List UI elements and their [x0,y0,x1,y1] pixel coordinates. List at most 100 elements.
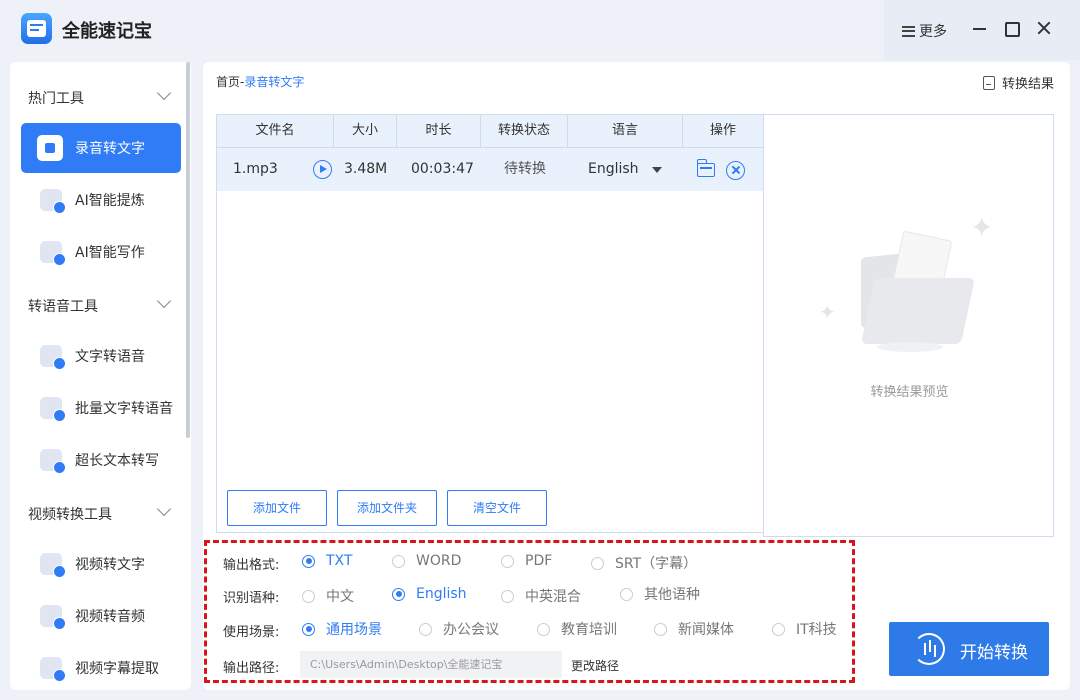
scene-option-education[interactable]: 教育培训 [537,619,617,639]
format-option-srt[interactable]: SRT（字幕） [591,553,697,573]
file-status: 待转换 [504,161,546,177]
sidebar-item-video-to-text[interactable]: 视频转文字 [21,539,181,589]
sidebar-item-label: 视频字幕提取 [75,661,159,677]
sidebar-item-audio-to-text[interactable]: 录音转文字 [21,123,181,173]
file-table: 文件名 大小 时长 转换状态 语言 操作 1.mp3 3.48M 00:03:4… [216,114,763,533]
radio-icon [501,554,514,568]
caret-down-icon[interactable] [652,167,662,173]
radio-icon [537,622,550,636]
radio-selected-icon [392,587,405,601]
table-row[interactable]: 1.mp3 3.48M 00:03:47 待转换 English [217,148,763,191]
sidebar-item-label: 批量文字转语音 [75,401,173,417]
format-option-pdf[interactable]: PDF [501,553,552,569]
output-path-label: 输出路径: [223,661,280,676]
radio-icon [419,622,432,636]
sidebar-group-video[interactable]: 视频转换工具 [28,504,112,524]
format-option-label: PDF [525,553,553,569]
column-header-actions: 操作 [709,123,736,138]
breadcrumb-home[interactable]: 首页 [216,75,240,89]
scene-option-general[interactable]: 通用场景 [302,619,382,639]
scene-option-label: 通用场景 [326,622,382,638]
table-header: 文件名 大小 时长 转换状态 语言 操作 [217,115,763,148]
language-option-label: 中文 [326,589,354,605]
audio-wave-icon [913,633,945,665]
column-header-status: 转换状态 [481,115,568,147]
sidebar-scrollbar[interactable] [186,62,190,438]
sidebar-group-to-speech[interactable]: 转语音工具 [28,296,98,316]
language-option-chinese[interactable]: 中文 [302,586,354,606]
subtitle-extract-icon [40,657,66,682]
play-icon[interactable] [313,160,332,179]
clear-files-button[interactable]: 清空文件 [447,490,547,526]
language-option-english[interactable]: English [392,586,467,602]
minimize-icon[interactable] [972,20,988,36]
breadcrumb-current: 录音转文字 [244,75,305,89]
language-option-other[interactable]: 其他语种 [620,584,700,604]
add-file-button[interactable]: 添加文件 [227,490,327,526]
sidebar-item-label: 超长文本转写 [75,453,159,469]
scene-option-label: 教育培训 [561,622,617,638]
scene-option-label: IT科技 [796,622,837,638]
format-option-txt[interactable]: TXT [302,553,352,569]
text-to-speech-icon [40,345,66,370]
scene-option-meeting[interactable]: 办公会议 [419,619,499,639]
column-header-size: 大小 [334,115,397,147]
column-header-filename: 文件名 [217,115,334,147]
close-icon[interactable] [1036,20,1052,36]
conversion-options: 输出格式: TXT WORD PDF SRT（字幕） 识别语种: 中文 Engl… [204,540,855,683]
format-option-label: WORD [416,553,462,569]
sparkle-icon: ✦ [970,211,994,244]
add-folder-button[interactable]: 添加文件夹 [337,490,437,526]
language-option-mixed[interactable]: 中英混合 [501,586,581,606]
sidebar-group-hot-tools[interactable]: 热门工具 [28,88,84,108]
scene-label: 使用场景: [223,625,280,640]
start-conversion-button[interactable]: 开始转换 [889,622,1049,676]
sidebar: 热门工具 录音转文字 AI智能提炼 AI智能写作 转语音工具 文字转语音 批量文… [10,62,191,690]
conversion-results-label: 转换结果 [1001,77,1054,92]
more-label: 更多 [919,24,947,40]
file-size: 3.48M [344,161,388,177]
sidebar-item-batch-text-to-speech[interactable]: 批量文字转语音 [21,383,181,433]
format-label: 输出格式: [223,558,280,573]
language-option-label: 其他语种 [644,587,700,603]
format-option-label: TXT [326,553,353,569]
maximize-icon[interactable] [1004,20,1020,37]
scene-option-label: 办公会议 [443,622,499,638]
scene-option-news[interactable]: 新闻媒体 [654,619,734,639]
sidebar-item-label: 文字转语音 [75,349,145,365]
title-bar: 全能速记宝 更多 [0,0,1080,60]
radio-selected-icon [302,554,315,568]
format-option-word[interactable]: WORD [392,553,461,569]
conversion-results-link[interactable]: 转换结果 [982,73,1054,92]
sidebar-item-video-to-audio[interactable]: 视频转音频 [21,591,181,641]
sidebar-item-subtitle-extract[interactable]: 视频字幕提取 [21,643,181,690]
sidebar-item-ai-writing[interactable]: AI智能写作 [21,227,181,277]
language-option-label: English [416,586,467,602]
sidebar-item-long-text[interactable]: 超长文本转写 [21,435,181,485]
file-name: 1.mp3 [233,161,278,177]
menu-icon [902,25,915,37]
remove-icon[interactable] [726,161,745,180]
change-path-button[interactable]: 更改路径 [571,657,619,674]
radio-icon [620,587,633,601]
chevron-down-icon[interactable] [156,293,172,309]
chevron-down-icon[interactable] [156,85,172,101]
sidebar-item-text-to-speech[interactable]: 文字转语音 [21,331,181,381]
sidebar-item-ai-extract[interactable]: AI智能提炼 [21,175,181,225]
radio-icon [302,589,315,603]
batch-text-to-speech-icon [40,397,66,422]
document-icon [982,75,995,90]
sidebar-item-label: 视频转音频 [75,609,145,625]
radio-icon [772,622,785,636]
language-select[interactable]: English [588,148,639,191]
column-header-language: 语言 [568,115,683,147]
chevron-down-icon[interactable] [156,501,172,517]
output-path-field[interactable]: C:\Users\Admin\Desktop\全能速记宝 [300,651,562,678]
folder-icon[interactable] [696,159,715,177]
sparkle-icon: ✦ [819,300,836,324]
language-label: 识别语种: [223,591,280,606]
video-to-audio-icon [40,605,66,630]
scene-option-it[interactable]: IT科技 [772,619,837,639]
sidebar-item-label: AI智能提炼 [75,193,145,209]
more-button[interactable]: 更多 [902,21,947,41]
